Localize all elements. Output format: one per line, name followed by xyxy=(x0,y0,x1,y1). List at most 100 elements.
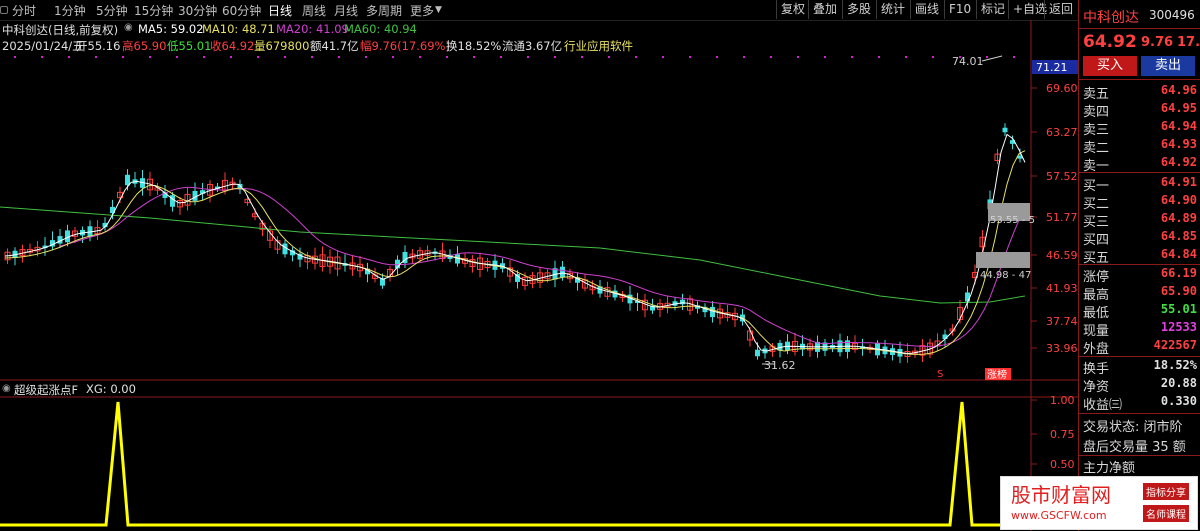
f10-button[interactable]: F10 xyxy=(944,0,975,19)
ask-row-4: 卖四 64.95 xyxy=(1083,101,1197,120)
event-dot xyxy=(689,56,691,58)
y-label-57-52: 57.52 xyxy=(1046,170,1078,183)
candle-body-down xyxy=(965,292,970,302)
bid-row-3: 买三 64.89 xyxy=(1083,211,1197,230)
period-tab-multi[interactable]: 多周期 xyxy=(366,2,402,19)
event-dot xyxy=(608,56,610,58)
event-dot xyxy=(932,56,934,58)
multi-stock-button[interactable]: 多股 xyxy=(842,0,875,19)
candle-body-down xyxy=(755,349,760,357)
candle-body-down xyxy=(125,174,130,186)
fuquan-button[interactable]: 复权 xyxy=(776,0,809,19)
stat-net-assets: 净资 20.88 xyxy=(1083,376,1197,395)
stat-outer-volume: 外盘 422567 xyxy=(1083,338,1197,357)
stat-high: 最高 65.90 xyxy=(1083,284,1197,303)
xg-signal-line xyxy=(0,401,1031,527)
candle-body-down xyxy=(1002,127,1008,133)
stat-current-volume: 现量 12533 xyxy=(1083,320,1197,339)
period-tab-daily[interactable]: 日线 xyxy=(268,2,292,19)
bid-row-1: 买一 64.91 xyxy=(1083,175,1197,194)
low-marker: 31.62 xyxy=(764,359,796,372)
mark-button[interactable]: 标记 xyxy=(976,0,1009,19)
event-dot xyxy=(230,56,232,58)
indicator-title: 超级起涨点F xyxy=(14,383,79,397)
watermark-tag-course: 名师课程 xyxy=(1143,505,1189,522)
back-button[interactable]: 返回 xyxy=(1044,0,1077,19)
indicator-y-label-2: 0.75 xyxy=(1050,428,1075,441)
event-dot xyxy=(500,56,502,58)
period-tab-15min[interactable]: 15分钟 xyxy=(134,2,173,19)
y-label-41-93: 41.93 xyxy=(1046,282,1078,295)
event-dot xyxy=(662,56,664,58)
period-tab-weekly[interactable]: 周线 xyxy=(302,2,326,19)
event-dot xyxy=(149,56,151,58)
statistics-button[interactable]: 统计 xyxy=(876,0,909,19)
event-dot xyxy=(635,56,637,58)
zt-marker: 涨榜 xyxy=(987,368,1007,381)
period-tab-fenshi[interactable]: 分时 xyxy=(12,2,36,19)
event-dot xyxy=(338,56,340,58)
price-box-lower xyxy=(976,252,1030,268)
overlay-button[interactable]: 叠加 xyxy=(808,0,841,19)
watermark-name: 股市财富网 xyxy=(1011,483,1111,507)
event-dot xyxy=(365,56,367,58)
indicator-settings-icon[interactable]: ◉ xyxy=(2,383,11,394)
watermark-url: www.GSCFW.com xyxy=(1011,509,1107,522)
bid-row-2: 买二 64.90 xyxy=(1083,193,1197,212)
period-tab-more[interactable]: 更多 xyxy=(410,2,434,19)
y-label-69-60: 69.60 xyxy=(1046,82,1078,95)
event-dot xyxy=(311,56,313,58)
ask-row-3: 卖三 64.94 xyxy=(1083,119,1197,138)
event-dot xyxy=(203,56,205,58)
period-tab-60min[interactable]: 60分钟 xyxy=(222,2,261,19)
box2-label: 44.98 - 47 xyxy=(980,270,1031,281)
bid-row-4: 买四 64.85 xyxy=(1083,229,1197,248)
sell-button[interactable]: 卖出 xyxy=(1141,56,1195,76)
ask-row-2: 卖二 64.93 xyxy=(1083,137,1197,156)
period-tab-monthly[interactable]: 月线 xyxy=(334,2,358,19)
ma10-line xyxy=(4,150,1026,355)
buy-button[interactable]: 买入 xyxy=(1083,56,1137,76)
main-net-amount[interactable]: 主力净额 xyxy=(1083,457,1200,476)
kline-chart[interactable]: 53.55 - 5 44.98 - 47 74.01 31.62 71.21 S… xyxy=(0,20,1078,531)
event-dot xyxy=(257,56,259,58)
stock-code: 300496 xyxy=(1149,8,1195,22)
event-dot xyxy=(527,56,529,58)
ask-row-5: 卖五 64.96 xyxy=(1083,83,1197,102)
event-dot xyxy=(473,56,475,58)
more-dropdown-icon[interactable]: ▼ xyxy=(435,5,442,15)
site-watermark: 股市财富网 指标分享 名师课程 www.GSCFW.com xyxy=(1000,476,1198,530)
s-marker: S xyxy=(937,369,943,380)
period-tab-1min[interactable]: 1分钟 xyxy=(54,2,86,19)
event-dot xyxy=(770,56,772,58)
stat-earnings: 收益㈢ 0.330 xyxy=(1083,394,1197,413)
ma60-line xyxy=(0,206,1026,304)
y-label-33-96: 33.96 xyxy=(1046,342,1078,355)
candle-body-down xyxy=(515,274,520,282)
watermark-tag-share: 指标分享 xyxy=(1143,483,1189,500)
indicator-value: XG: 0.00 xyxy=(86,382,136,396)
period-tab-30min[interactable]: 30分钟 xyxy=(178,2,217,19)
price-change: 9.76 xyxy=(1141,35,1174,50)
after-hours-volume: 盘后交易量 35 额 xyxy=(1083,440,1186,455)
event-dot xyxy=(1013,56,1015,58)
stat-low: 最低 55.01 xyxy=(1083,302,1197,321)
toolbar-menu-icon[interactable] xyxy=(0,6,8,14)
period-toolbar: 分时 1分钟 5分钟 15分钟 30分钟 60分钟 日线 周线 月线 多周期 更… xyxy=(0,0,1078,21)
quote-panel: 中科创达 300496 64.92 9.76 17.6 买入 卖出 卖五64.9… xyxy=(1078,0,1200,531)
event-dot xyxy=(851,56,853,58)
y-label-63-27: 63.27 xyxy=(1046,126,1078,139)
y-label-51-77: 51.77 xyxy=(1046,211,1078,224)
event-dot xyxy=(95,56,97,58)
period-tab-5min[interactable]: 5分钟 xyxy=(96,2,128,19)
event-dot xyxy=(446,56,448,58)
y-label-37-74: 37.74 xyxy=(1046,315,1078,328)
price-change-pct: 17.6 xyxy=(1177,35,1200,50)
event-dot xyxy=(41,56,43,58)
box1-label: 53.55 - 5 xyxy=(990,215,1035,226)
stock-name: 中科创达 xyxy=(1083,10,1139,26)
event-dot xyxy=(68,56,70,58)
candle-body-down xyxy=(560,266,565,278)
draw-line-button[interactable]: 画线 xyxy=(910,0,943,19)
event-dot xyxy=(878,56,880,58)
